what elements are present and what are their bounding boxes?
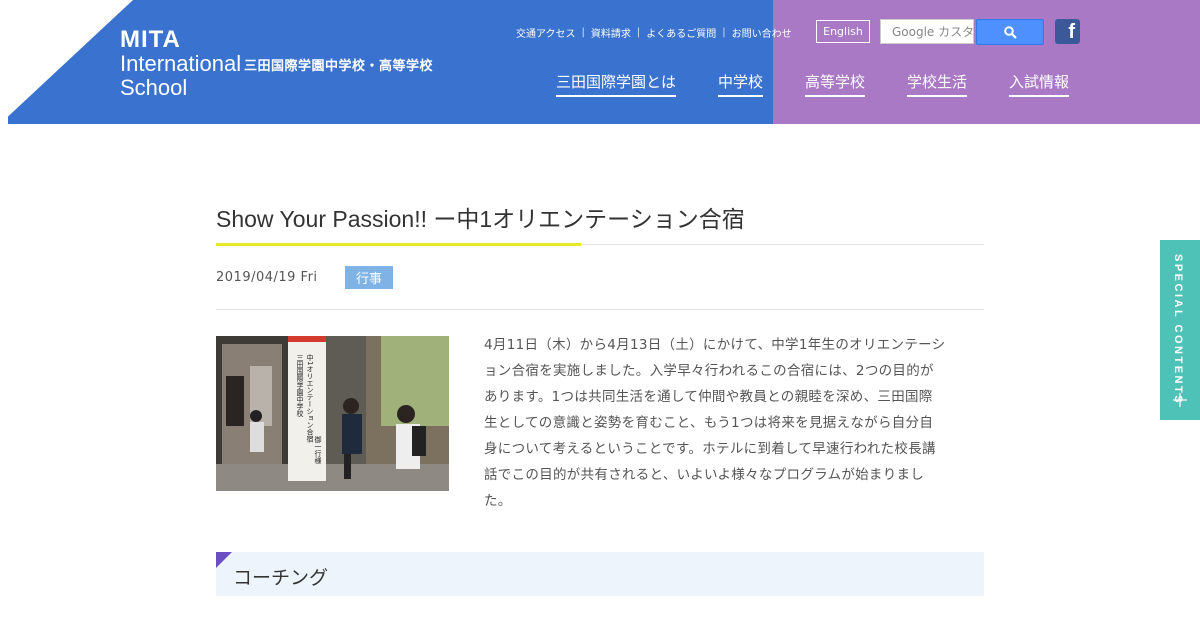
body-line: た。 <box>484 493 512 509</box>
body-line: 4月11日（木）から4月13日（土）にかけて、中学1年生のオリエンテーシ <box>484 337 946 353</box>
special-contents-label: SPECIAL CONTENTS <box>1172 254 1184 406</box>
logo-international: International <box>120 51 242 76</box>
search-input[interactable]: Google カスタム検索 <box>880 19 974 44</box>
magnifier-icon <box>1003 25 1017 39</box>
site-logo[interactable]: MITA International School <box>120 28 241 100</box>
photo-sign-text: 中1オリエンテーション合宿 <box>306 353 314 443</box>
body-line: あります。1つは共同生活を通して仲間や教員との親睦を深め、三田国際 <box>484 389 933 405</box>
nav-school-life[interactable]: 学校生活 <box>907 71 968 97</box>
body-line: 生としての意識と姿勢を育むこと、もう1つは将来を見据えながら自分自 <box>484 415 934 431</box>
section-heading: コーチング <box>233 567 329 589</box>
category-badge[interactable]: 行事 <box>345 266 393 289</box>
body-line: 身について考えるということです。ホテルに到着して早速行われた校長講 <box>484 441 936 457</box>
nav-junior-high[interactable]: 中学校 <box>718 71 764 97</box>
special-contents-tab[interactable]: SPECIAL CONTENTS <box>1160 240 1200 420</box>
article-photo: 三田国際学園中学校 中1オリエンテーション合宿 御一行様 <box>216 336 449 491</box>
util-link-contact[interactable]: お問い合わせ <box>726 25 798 40</box>
logo-school: School <box>120 75 188 100</box>
utility-nav: 交通アクセス | 資料請求 | よくあるご質問 | お問い合わせ <box>510 25 798 40</box>
nav-senior-high[interactable]: 高等学校 <box>805 71 866 97</box>
school-name-jp[interactable]: 三田国際学園中学校・高等学校 <box>244 55 433 74</box>
photo-sign-text: 御一行様 <box>314 435 322 464</box>
section-corner-marker <box>216 552 232 568</box>
title-accent-bar <box>216 243 581 246</box>
util-link-faq[interactable]: よくあるご質問 <box>640 25 722 40</box>
meta-divider <box>216 309 984 310</box>
section-heading-box: コーチング <box>216 552 984 596</box>
search-button[interactable] <box>976 19 1044 45</box>
body-line: 話でこの目的が共有されると、いよいよ様々なプログラムが始まりまし <box>484 467 925 483</box>
util-link-access[interactable]: 交通アクセス <box>510 25 582 40</box>
nav-about[interactable]: 三田国際学園とは <box>556 71 677 97</box>
post-date: 2019/04/19 Fri <box>216 270 318 285</box>
photo-illustration: 三田国際学園中学校 中1オリエンテーション合宿 御一行様 <box>216 336 449 491</box>
facebook-icon[interactable]: f <box>1055 19 1080 44</box>
logo-mita: MITA <box>120 26 181 53</box>
english-button[interactable]: English <box>816 20 870 43</box>
article-title: Show Your Passion!! ー中1オリエンテーション合宿 <box>216 206 745 232</box>
nav-admissions[interactable]: 入試情報 <box>1009 71 1070 97</box>
header-corner-cut <box>0 0 133 124</box>
util-link-brochure[interactable]: 資料請求 <box>585 25 637 40</box>
photo-sign-text: 三田国際学園中学校 <box>296 354 304 418</box>
site-header: MITA International School 三田国際学園中学校・高等学校… <box>0 0 1200 124</box>
body-line: ョン合宿を実施しました。入学早々行われるこの合宿には、2つの目的が <box>484 363 934 379</box>
article-body: 4月11日（木）から4月13日（土）にかけて、中学1年生のオリエンテーシ ョン合… <box>484 332 984 514</box>
plus-icon <box>1173 393 1187 407</box>
